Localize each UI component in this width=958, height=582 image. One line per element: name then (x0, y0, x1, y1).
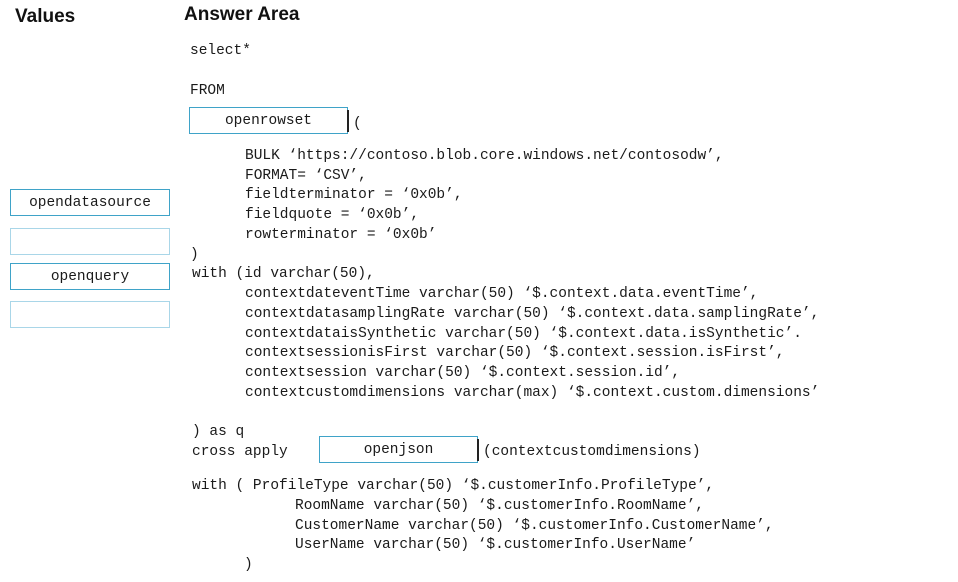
code-close-paren: ) (190, 247, 199, 263)
value-opendatasource[interactable]: opendatasource (10, 189, 170, 216)
code-select: select* (190, 43, 251, 59)
code-final-paren: ) (244, 557, 253, 573)
code-bulk-line: BULK ‘https://contoso.blob.core.windows.… (245, 148, 724, 164)
code-with2-col-1: RoomName varchar(50) ‘$.customerInfo.Roo… (295, 498, 704, 514)
code-fieldquote-line: fieldquote = ‘0x0b’, (245, 207, 420, 223)
value-slot-empty-1[interactable] (10, 228, 170, 255)
code-format-line: FORMAT= ‘CSV’, (245, 168, 367, 184)
value-openquery[interactable]: openquery (10, 263, 170, 290)
code-with-col-6: contextcustomdimensions varchar(max) ‘$.… (245, 385, 820, 401)
code-rowterminator-line: rowterminator = ‘0x0b’ (245, 227, 437, 243)
code-with-col-2: contextdatasamplingRate varchar(50) ‘$.c… (245, 306, 820, 322)
code-with-col-4: contextsessionisFirst varchar(50) ‘$.con… (245, 345, 785, 361)
code-with-col-3: contextdataisSynthetic varchar(50) ‘$.co… (245, 326, 802, 342)
slot2-divider (477, 439, 479, 461)
answer-area-heading: Answer Area (184, 4, 300, 25)
code-open-paren: ( (353, 116, 362, 132)
code-with2-line: with ( ProfileType varchar(50) ‘$.custom… (192, 478, 715, 494)
code-after-openjson: (contextcustomdimensions) (483, 444, 701, 460)
answer-slot-openjson[interactable]: openjson (319, 436, 478, 463)
code-with-col-5: contextsession varchar(50) ‘$.context.se… (245, 365, 681, 381)
code-fieldterminator-line: fieldterminator = ‘0x0b’, (245, 187, 463, 203)
value-slot-empty-2[interactable] (10, 301, 170, 328)
values-heading: Values (15, 6, 76, 27)
code-with2-col-3: UserName varchar(50) ‘$.customerInfo.Use… (295, 537, 696, 553)
code-cross-apply: cross apply (192, 444, 288, 460)
code-with2-col-2: CustomerName varchar(50) ‘$.customerInfo… (295, 518, 774, 534)
code-with-col-1: contextdateventTime varchar(50) ‘$.conte… (245, 286, 759, 302)
answer-slot-openrowset[interactable]: openrowset (189, 107, 348, 134)
code-from: FROM (190, 83, 225, 99)
code-as-q: ) as q (192, 424, 245, 440)
code-with-line: with (id varchar(50), (192, 266, 375, 282)
slot-divider (347, 110, 349, 132)
